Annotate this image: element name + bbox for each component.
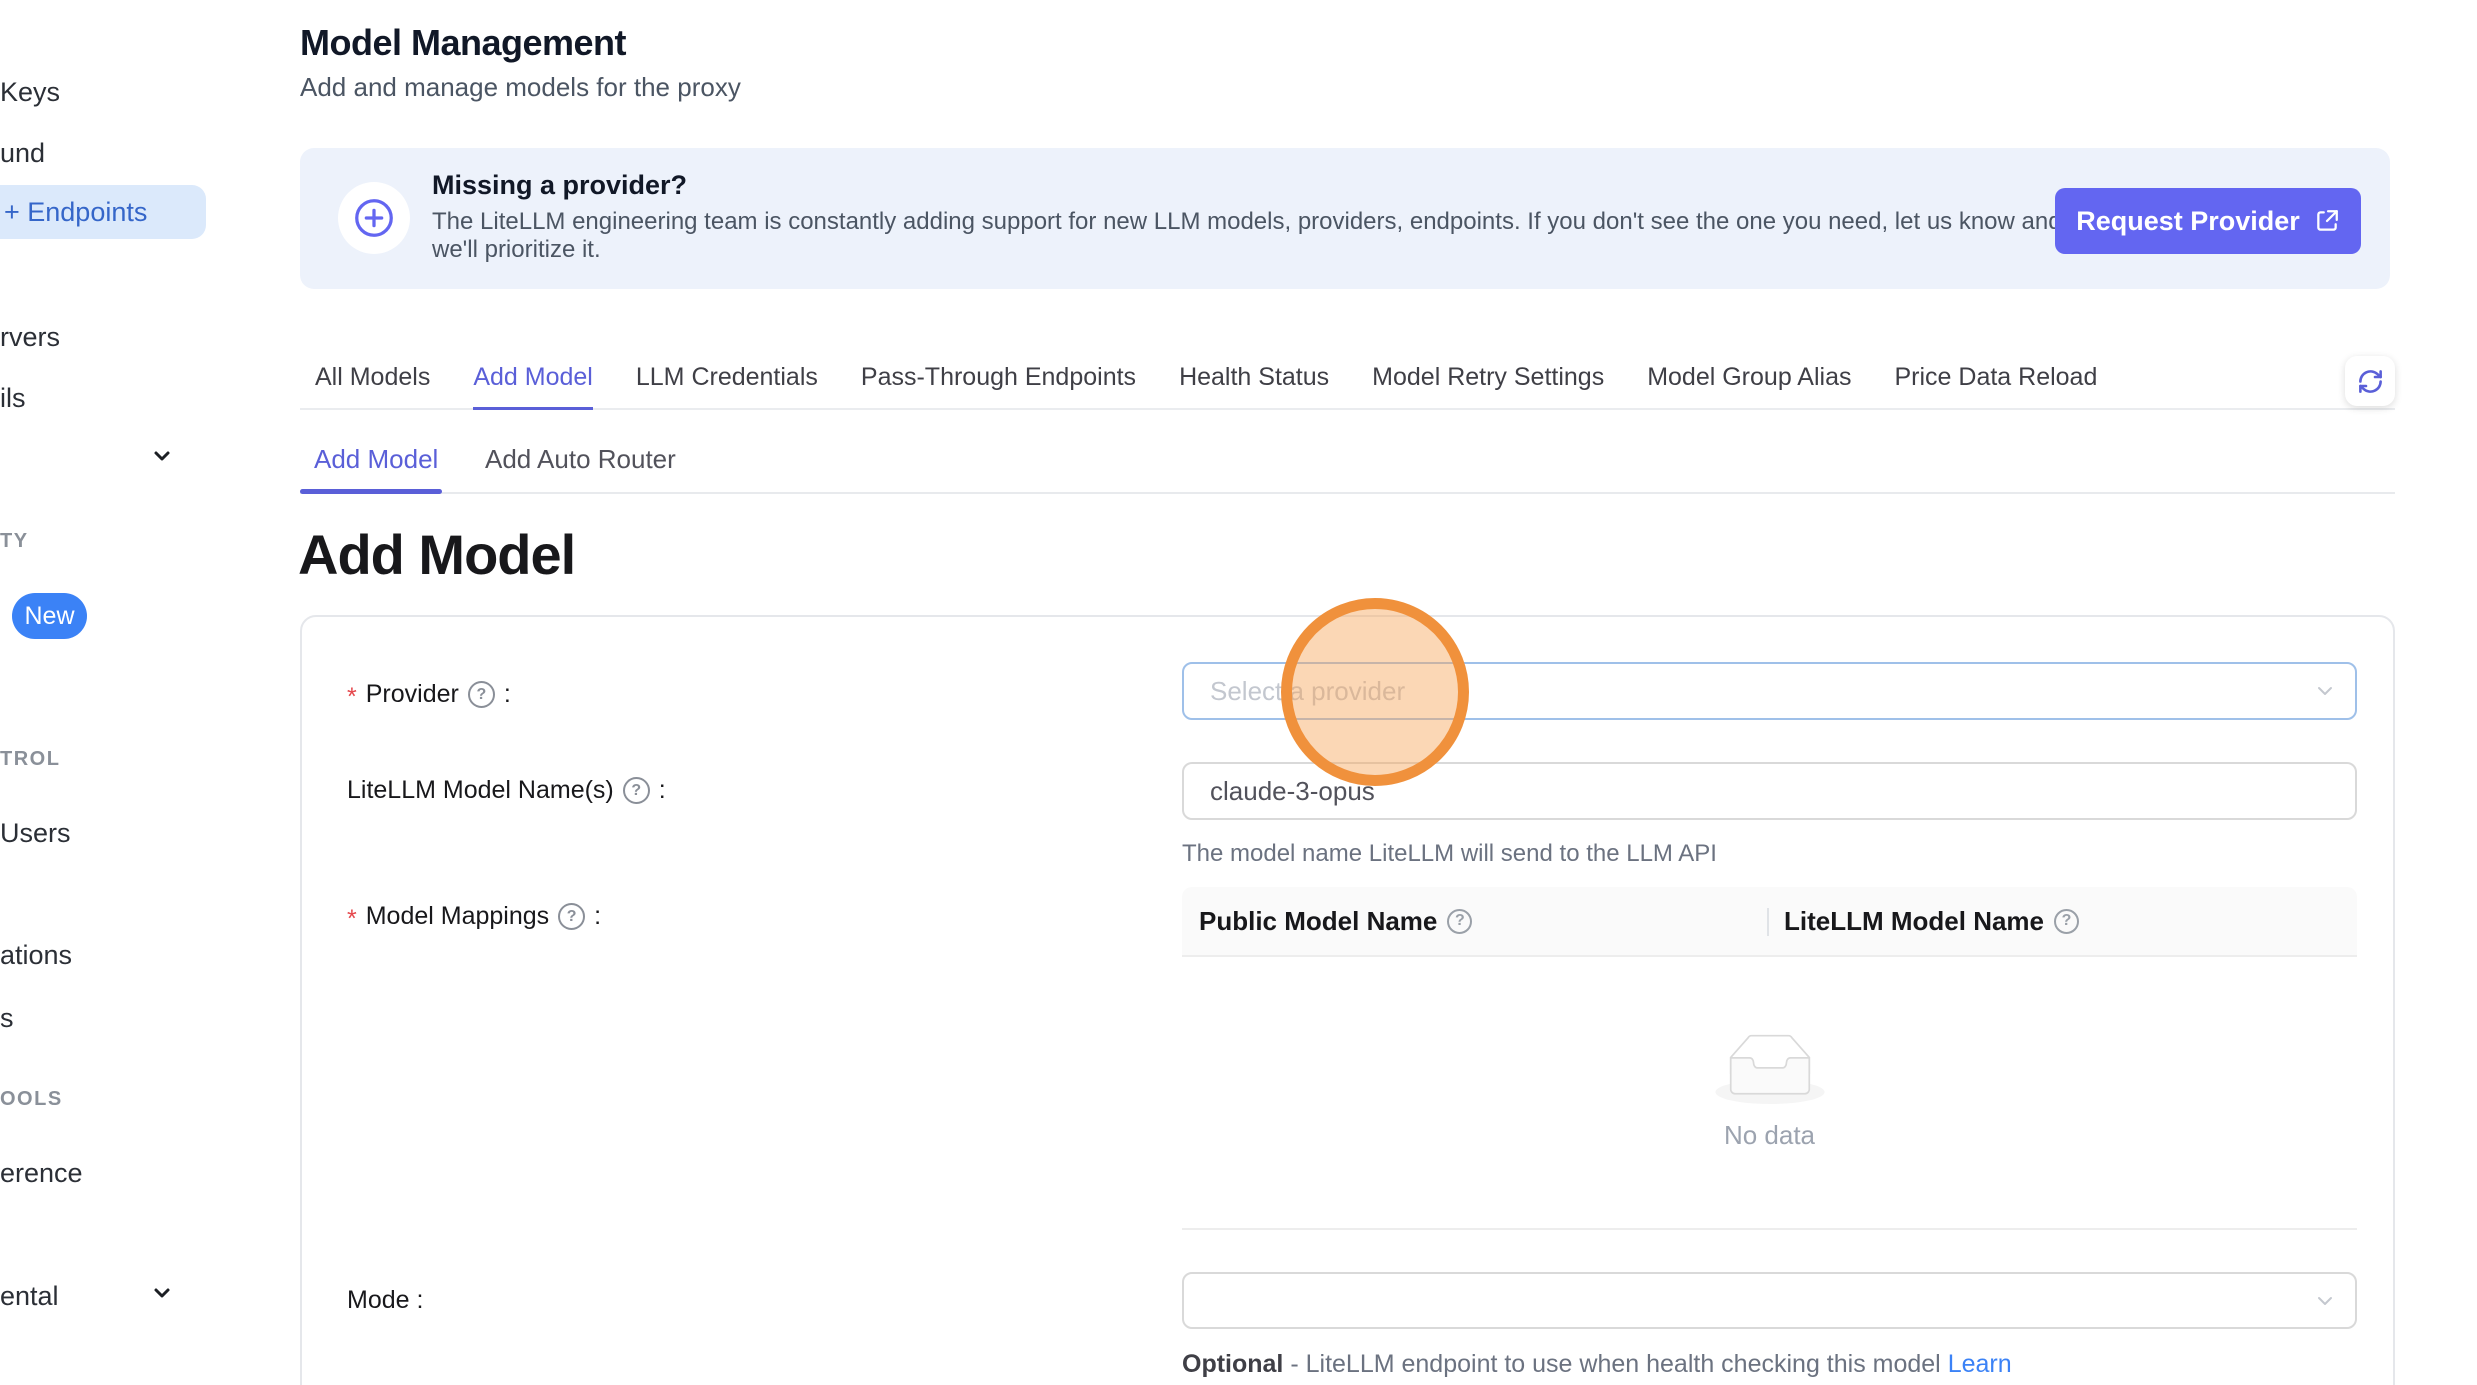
required-mark: * — [347, 683, 357, 712]
mode-helper: Optional - LiteLLM endpoint to use when … — [1182, 1350, 2012, 1379]
mode-select-input[interactable] — [1184, 1274, 2355, 1327]
table-empty-state: No data — [1182, 957, 2357, 1230]
refresh-button[interactable] — [2345, 356, 2395, 406]
sidebar-item-teams[interactable]: s — [0, 1003, 14, 1034]
subtab-add-auto-router[interactable]: Add Auto Router — [485, 444, 676, 475]
external-link-icon — [2314, 208, 2340, 234]
refresh-icon — [2357, 368, 2384, 395]
tab-pass-through-endpoints[interactable]: Pass-Through Endpoints — [861, 363, 1136, 408]
sidebar-item-models-endpoints[interactable]: + Endpoints — [0, 185, 206, 239]
request-provider-button[interactable]: Request Provider — [2055, 188, 2361, 254]
request-provider-label: Request Provider — [2076, 206, 2300, 237]
banner-title: Missing a provider? — [432, 170, 687, 201]
provider-select-input[interactable] — [1184, 664, 2355, 718]
model-name-input[interactable] — [1184, 764, 2355, 818]
model-tabs: All Models Add Model LLM Credentials Pas… — [300, 352, 2395, 410]
required-mark: * — [347, 905, 357, 934]
sidebar-item-label: + Endpoints — [4, 197, 147, 228]
inbox-icon — [1715, 1034, 1825, 1104]
provider-select[interactable] — [1182, 662, 2357, 720]
sidebar-item-playground[interactable]: und — [0, 138, 45, 169]
learn-link[interactable]: Learn — [1948, 1350, 2012, 1378]
help-icon[interactable]: ? — [558, 903, 585, 930]
column-header-public-model-name: Public Model Name ? — [1182, 887, 1767, 955]
page-title: Model Management — [300, 22, 626, 64]
page-subtitle: Add and manage models for the proxy — [300, 72, 741, 103]
model-management-page: Keys und + Endpoints rvers ils TY New TR… — [0, 0, 2477, 1385]
subtab-add-model[interactable]: Add Model — [314, 444, 438, 475]
chevron-down-icon[interactable] — [150, 1281, 174, 1305]
mode-select[interactable] — [1182, 1272, 2357, 1329]
help-icon[interactable]: ? — [1447, 909, 1472, 934]
missing-provider-banner: Missing a provider? The LiteLLM engineer… — [300, 148, 2390, 289]
banner-text-line2: we'll prioritize it. — [432, 236, 601, 264]
chevron-down-icon — [2313, 1289, 2337, 1313]
chevron-down-icon — [2313, 679, 2337, 703]
model-mappings-label: * Model Mappings ? : — [347, 902, 601, 931]
tab-model-group-alias[interactable]: Model Group Alias — [1647, 363, 1851, 408]
chevron-down-icon[interactable] — [150, 444, 174, 468]
sidebar-item-keys[interactable]: Keys — [0, 77, 60, 108]
no-data-text: No data — [1724, 1120, 1815, 1151]
tab-all-models[interactable]: All Models — [315, 363, 430, 408]
sidebar-section-tools: OOLS — [0, 1088, 63, 1111]
help-icon[interactable]: ? — [623, 777, 650, 804]
tab-price-data-reload[interactable]: Price Data Reload — [1894, 363, 2097, 408]
model-mappings-table: Public Model Name ? LiteLLM Model Name ? — [1182, 887, 2357, 1230]
active-subtab-indicator — [300, 489, 442, 494]
tab-llm-credentials[interactable]: LLM Credentials — [636, 363, 818, 408]
sidebar-section-label: TY — [0, 530, 29, 553]
sidebar-section-control: TROL — [0, 748, 60, 771]
model-name-label: LiteLLM Model Name(s) ? : — [347, 776, 666, 805]
column-header-litellm-model-name: LiteLLM Model Name ? — [1767, 887, 2357, 955]
tab-model-retry-settings[interactable]: Model Retry Settings — [1372, 363, 1604, 408]
column-divider — [1767, 908, 1769, 936]
sidebar-item-organizations[interactable]: ations — [0, 940, 72, 971]
sidebar-item-guardrails[interactable]: ils — [0, 383, 26, 414]
new-badge[interactable]: New — [12, 593, 87, 639]
add-model-form-card: * Provider ? : LiteLLM Model Name(s) ? :… — [300, 615, 2395, 1385]
mode-label: Mode : — [347, 1286, 424, 1315]
provider-label: * Provider ? : — [347, 680, 511, 709]
sidebar-item-servers[interactable]: rvers — [0, 322, 60, 353]
banner-text-line1: The LiteLLM engineering team is constant… — [432, 208, 2062, 236]
subtabs-divider — [300, 492, 2395, 494]
sidebar-item-experimental[interactable]: ental — [0, 1281, 59, 1312]
plus-circle-icon — [338, 182, 410, 254]
form-heading: Add Model — [298, 522, 575, 587]
help-icon[interactable]: ? — [468, 681, 495, 708]
help-icon[interactable]: ? — [2054, 909, 2079, 934]
model-name-helper: The model name LiteLLM will send to the … — [1182, 840, 1717, 868]
model-name-field[interactable] — [1182, 762, 2357, 820]
sidebar-item-reference[interactable]: erence — [0, 1158, 83, 1189]
tab-health-status[interactable]: Health Status — [1179, 363, 1329, 408]
sidebar-item-users[interactable]: Users — [0, 818, 71, 849]
table-header: Public Model Name ? LiteLLM Model Name ? — [1182, 887, 2357, 957]
sidebar: Keys und + Endpoints rvers ils TY New TR… — [0, 0, 300, 1385]
tab-add-model[interactable]: Add Model — [473, 363, 593, 410]
